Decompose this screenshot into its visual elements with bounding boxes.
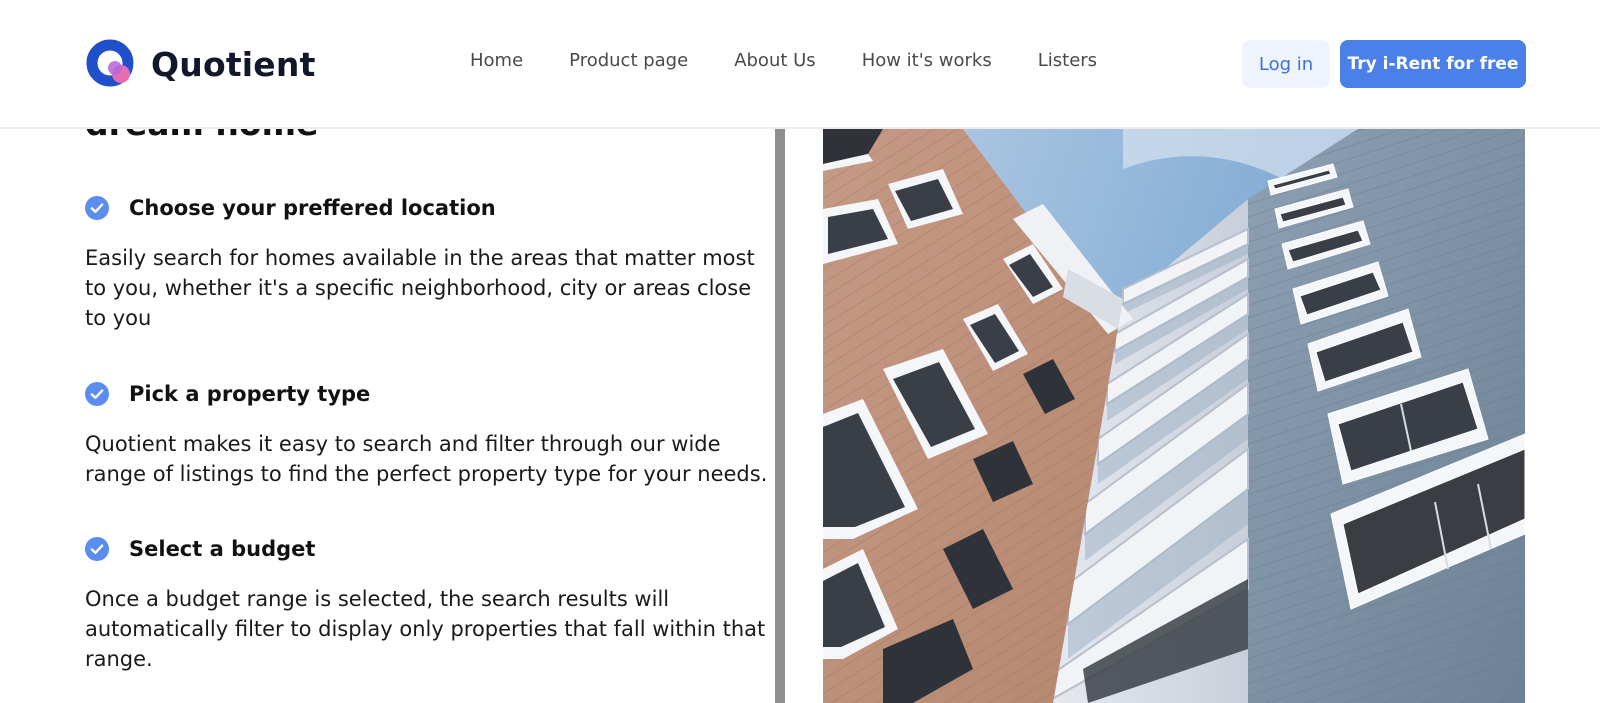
brand-logo[interactable]: Quotient [85, 38, 316, 90]
feature-description: Once a budget range is selected, the sea… [85, 587, 766, 671]
nav-listers[interactable]: Listers [1038, 50, 1097, 71]
site-header: Quotient Home Product page About Us How … [0, 0, 1600, 129]
check-circle-icon [85, 537, 109, 561]
apartment-building-image [823, 129, 1525, 703]
nav-how-it-works[interactable]: How it's works [862, 50, 992, 71]
content-divider [775, 129, 785, 703]
feature-budget: Select a budget Once a budget range is s… [85, 534, 775, 674]
main-nav: Home Product page About Us How it's work… [470, 50, 1143, 71]
feature-title: Choose your preffered location [129, 196, 496, 220]
feature-header: Select a budget [85, 534, 775, 564]
feature-property-type: Pick a property type Quotient makes it e… [85, 379, 775, 489]
check-circle-icon [85, 382, 109, 406]
feature-description: Quotient makes it easy to search and fil… [85, 432, 768, 486]
nav-about-us[interactable]: About Us [734, 50, 816, 71]
feature-description: Easily search for homes available in the… [85, 246, 755, 330]
nav-product-page[interactable]: Product page [569, 50, 688, 71]
quotient-logo-icon [85, 38, 137, 90]
feature-title: Pick a property type [129, 382, 371, 406]
login-button[interactable]: Log in [1242, 40, 1330, 88]
check-circle-icon [85, 196, 109, 220]
feature-header: Choose your preffered location [85, 193, 775, 223]
brand-name: Quotient [151, 44, 316, 84]
nav-home[interactable]: Home [470, 50, 523, 71]
feature-title: Select a budget [129, 537, 316, 561]
feature-header: Pick a property type [85, 379, 775, 409]
try-free-button[interactable]: Try i-Rent for free [1340, 40, 1526, 88]
feature-location: Choose your preffered location Easily se… [85, 193, 775, 333]
